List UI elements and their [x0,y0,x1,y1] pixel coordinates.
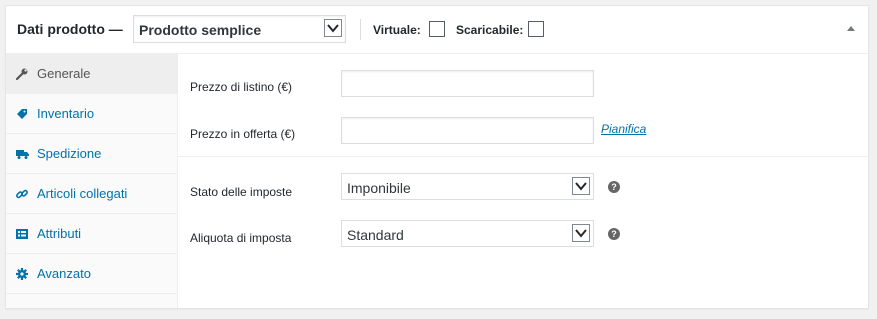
tab-inventory-label: Inventario [37,106,95,121]
chevron-down-icon [572,177,590,195]
panel-header: Dati prodotto — Prodotto semplice Virtua… [6,6,868,54]
product-data-panel: Dati prodotto — Prodotto semplice Virtua… [5,5,869,309]
general-tab-content: Prezzo di listino (€) Prezzo in offerta … [178,54,868,308]
downloadable-checkbox[interactable] [528,21,544,37]
tax-class-value: Standard [347,227,404,243]
wrench-icon [15,67,28,81]
tax-status-label: Stato delle imposte [190,185,293,199]
tab-attributes-label: Attributi [37,226,82,241]
regular-price-input[interactable] [341,70,594,97]
collapse-toggle-icon[interactable] [847,26,855,31]
tab-general[interactable]: Generale [6,54,177,94]
product-type-select[interactable]: Prodotto semplice [133,15,346,43]
downloadable-label: Scaricabile: [456,23,524,37]
header-divider [360,19,361,40]
tax-class-select[interactable]: Standard [341,220,594,247]
help-tip-icon[interactable]: ? [608,181,620,193]
tab-linked-products[interactable]: Articoli collegati [6,174,177,214]
link-icon [16,187,28,199]
chevron-down-icon [324,19,342,37]
regular-price-label: Prezzo di listino (€) [190,80,293,94]
tab-inventory[interactable]: Inventario [6,94,177,134]
sale-price-input[interactable] [341,117,594,144]
tab-shipping-label: Spedizione [37,146,102,161]
help-tip-icon[interactable]: ? [608,228,620,240]
schedule-link[interactable]: Pianifica [601,122,646,136]
tab-advanced[interactable]: Avanzato [6,254,177,294]
truck-icon [16,147,29,159]
tax-status-value: Imponibile [347,180,411,196]
options-group-divider [178,156,868,157]
product-tabs-sidebar: Generale Inventario Spedizione Articoli … [6,54,178,308]
virtual-label: Virtuale: [373,23,421,37]
tab-advanced-label: Avanzato [37,266,91,281]
virtual-checkbox[interactable] [429,21,445,37]
sale-price-label: Prezzo in offerta (€) [190,127,296,141]
gear-icon [16,267,28,280]
list-icon [16,227,28,239]
chevron-down-icon [572,224,590,242]
product-type-value: Prodotto semplice [139,22,262,38]
tax-status-select[interactable]: Imponibile [341,173,594,200]
tax-class-label: Aliquota di imposta [190,231,292,245]
tab-shipping[interactable]: Spedizione [6,134,177,174]
tag-icon [16,107,28,119]
tab-attributes[interactable]: Attributi [6,214,177,254]
tab-general-label: Generale [37,66,91,81]
panel-title: Dati prodotto — [17,21,123,37]
tab-linked-products-label: Articoli collegati [37,186,128,201]
